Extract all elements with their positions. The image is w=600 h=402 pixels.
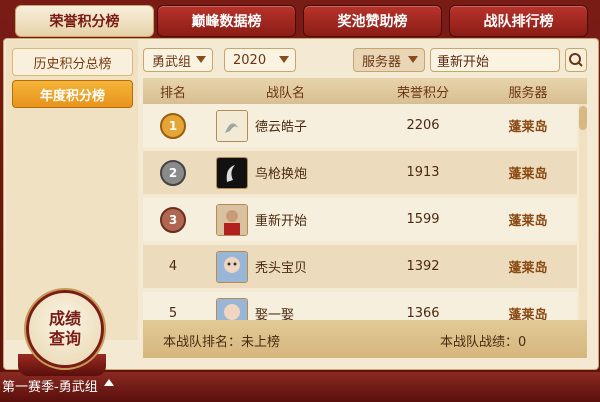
- rank-medal-bronze: 3: [160, 206, 186, 233]
- sidebar-item-history-total[interactable]: 历史积分总榜: [12, 48, 133, 76]
- team-avatar: [216, 204, 248, 236]
- table-row[interactable]: 4 秃头宝贝 1392 蓬莱岛: [143, 245, 577, 288]
- team-avatar: [216, 157, 248, 189]
- year-dropdown[interactable]: 2020: [224, 48, 296, 72]
- honor-score: 1366: [406, 306, 440, 320]
- team-avatar: [216, 110, 248, 142]
- chevron-down-icon: [279, 56, 289, 63]
- server-dropdown[interactable]: 服务器: [353, 48, 425, 72]
- scrollbar-thumb[interactable]: [579, 106, 587, 130]
- team-name: 德云皓子: [255, 120, 308, 135]
- year-dropdown-value: 2020: [233, 52, 267, 68]
- server-name: 蓬莱岛: [508, 214, 548, 229]
- server-dropdown-label: 服务器: [362, 54, 402, 70]
- rank-medal-silver: 2: [160, 159, 186, 186]
- table-header: 排名 战队名 荣誉积分 服务器: [143, 78, 587, 104]
- chevron-up-icon: [104, 379, 114, 386]
- column-header-rank: 排名: [159, 85, 186, 101]
- column-header-server: 服务器: [508, 85, 548, 101]
- team-summary-bar: 本战队排名：未上榜 本战队战绩：0: [143, 320, 587, 358]
- search-button[interactable]: [565, 48, 587, 72]
- table-row[interactable]: 1 德云皓子 2206 蓬莱岛: [143, 104, 577, 147]
- group-dropdown[interactable]: 勇武组: [143, 48, 213, 72]
- search-input[interactable]: [430, 48, 560, 72]
- team-name: 秃头宝贝: [255, 261, 308, 276]
- chevron-down-icon: [196, 56, 206, 63]
- server-name: 蓬莱岛: [508, 120, 548, 135]
- tab-peak-data[interactable]: 巅峰数据榜: [157, 5, 296, 37]
- scrollbar[interactable]: [579, 104, 587, 320]
- column-header-team: 战队名: [265, 85, 305, 101]
- table-row[interactable]: 5 娶一娶 1366 蓬莱岛: [143, 292, 577, 320]
- score-query-button[interactable]: 成绩 查询: [26, 290, 104, 368]
- sidebar-item-annual[interactable]: 年度积分榜: [12, 80, 133, 108]
- rank-medal-gold: 1: [160, 112, 186, 139]
- team-avatar: [216, 298, 248, 320]
- server-name: 蓬莱岛: [508, 261, 548, 276]
- query-line-2: 查询: [48, 329, 81, 348]
- column-header-score: 荣誉积分: [396, 85, 449, 101]
- honor-score: 1392: [406, 259, 440, 274]
- search-icon: [569, 53, 583, 67]
- my-team-rank: 本战队排名：未上榜: [163, 335, 281, 350]
- honor-score: 2206: [406, 118, 440, 133]
- rank-number: 4: [168, 259, 178, 274]
- tab-honor-points[interactable]: 荣誉积分榜: [15, 5, 154, 37]
- my-team-result: 本战队战绩：0: [440, 335, 527, 350]
- chevron-down-icon: [408, 56, 418, 63]
- team-name: 鸟枪换炮: [255, 167, 308, 182]
- honor-score: 1599: [406, 212, 440, 227]
- season-label: 第一赛季-勇武组: [2, 379, 98, 395]
- query-line-1: 成绩: [48, 309, 81, 328]
- honor-score: 1913: [406, 165, 440, 180]
- rank-number: 5: [168, 306, 178, 320]
- group-dropdown-value: 勇武组: [152, 54, 192, 70]
- server-name: 蓬莱岛: [508, 308, 548, 320]
- team-avatar: [216, 251, 248, 283]
- team-name: 娶一娶: [255, 308, 295, 320]
- table-row[interactable]: 2 鸟枪换炮 1913 蓬莱岛: [143, 151, 577, 194]
- table-row[interactable]: 3 重新开始 1599 蓬莱岛: [143, 198, 577, 241]
- team-name: 重新开始: [255, 214, 308, 229]
- tab-prize-pool[interactable]: 奖池赞助榜: [303, 5, 442, 37]
- tab-team-ranking[interactable]: 战队排行榜: [449, 5, 588, 37]
- server-name: 蓬莱岛: [508, 167, 548, 182]
